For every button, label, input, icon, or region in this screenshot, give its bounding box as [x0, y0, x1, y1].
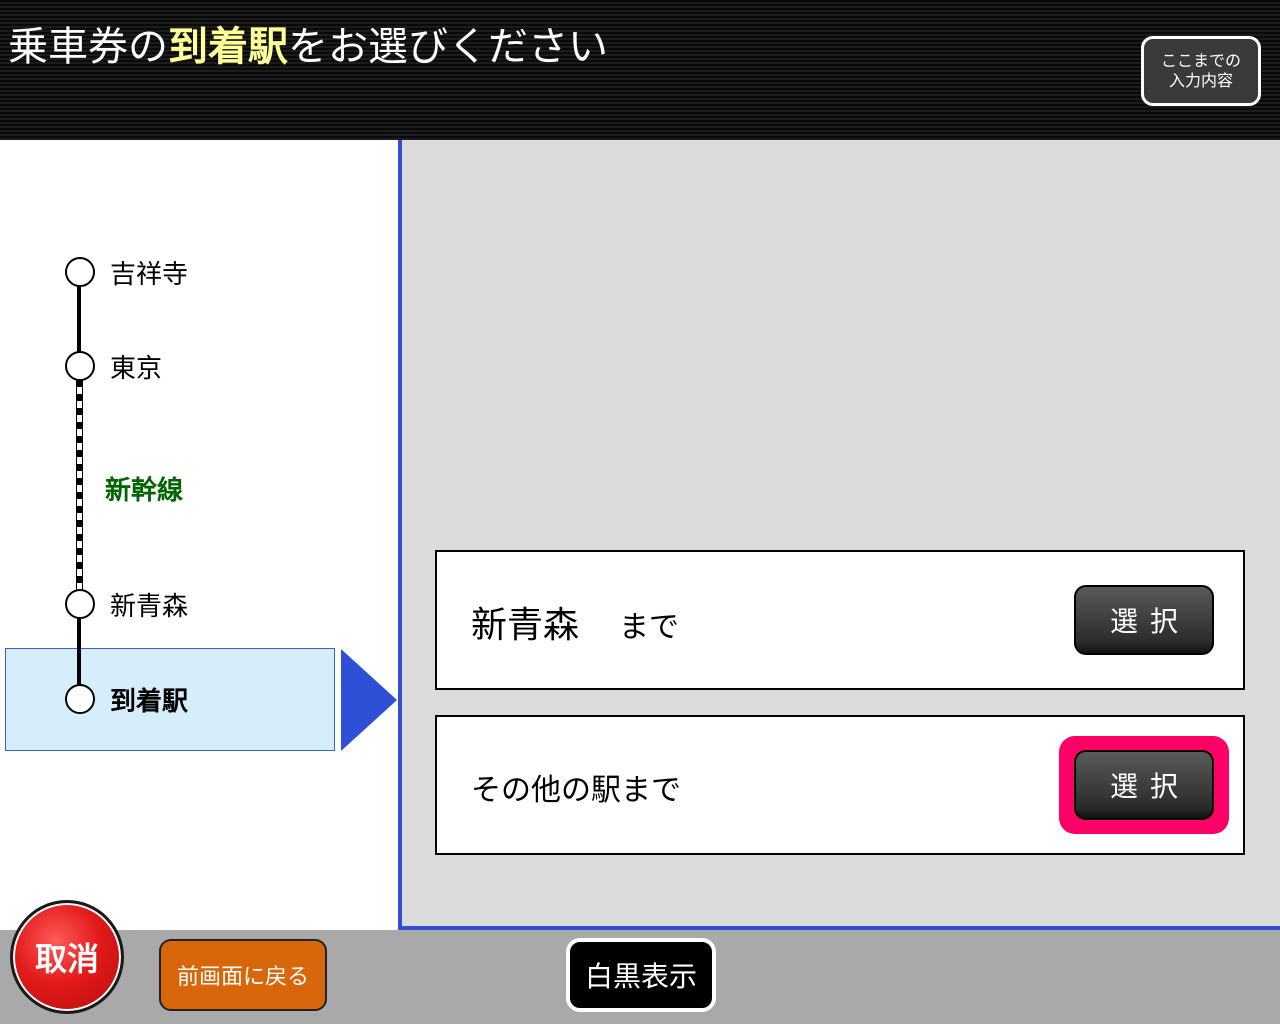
option-text-shinaomori: 新青森 まで — [471, 596, 679, 648]
option-station-suffix: まで — [619, 610, 680, 645]
line-label-shinkansen: 新幹線 — [105, 476, 184, 506]
station-node-transfer — [65, 351, 95, 381]
cancel-button[interactable]: 取消 — [10, 900, 124, 1014]
station-node-shinaomori — [65, 589, 95, 619]
input-summary-label-line1: ここまでの — [1160, 51, 1241, 70]
page-title: 乗車券の到着駅をお選びください — [8, 14, 608, 72]
route-line-shinkansen — [76, 380, 83, 590]
option-station-name: 新青森 — [471, 605, 580, 646]
input-summary-label-line2: 入力内容 — [1168, 71, 1233, 90]
station-label-transfer: 東京 — [110, 354, 163, 384]
header-bar: 乗車券の到着駅をお選びください ここまでの 入力内容 — [0, 0, 1280, 140]
input-summary-button[interactable]: ここまでの 入力内容 — [1141, 36, 1261, 106]
title-prefix: 乗車券の — [8, 24, 168, 70]
station-node-origin — [65, 257, 95, 287]
station-node-destination — [65, 684, 95, 714]
title-suffix: をお選びください — [288, 24, 608, 70]
select-button-other-station[interactable]: 選択 — [1074, 750, 1214, 820]
option-text-other-station: その他の駅まで — [471, 773, 681, 808]
current-step-arrow-icon — [341, 649, 397, 751]
station-label-destination: 到着駅 — [110, 687, 189, 717]
route-panel: 吉祥寺 東京 新幹線 新青森 到着駅 — [0, 140, 398, 930]
select-button-shinaomori[interactable]: 選択 — [1074, 585, 1214, 655]
back-button[interactable]: 前画面に戻る — [159, 939, 327, 1011]
station-label-origin: 吉祥寺 — [110, 260, 189, 290]
monochrome-display-button[interactable]: 白黒表示 — [566, 938, 716, 1012]
station-label-shinaomori: 新青森 — [110, 592, 189, 622]
title-highlight: 到着駅 — [168, 24, 288, 70]
